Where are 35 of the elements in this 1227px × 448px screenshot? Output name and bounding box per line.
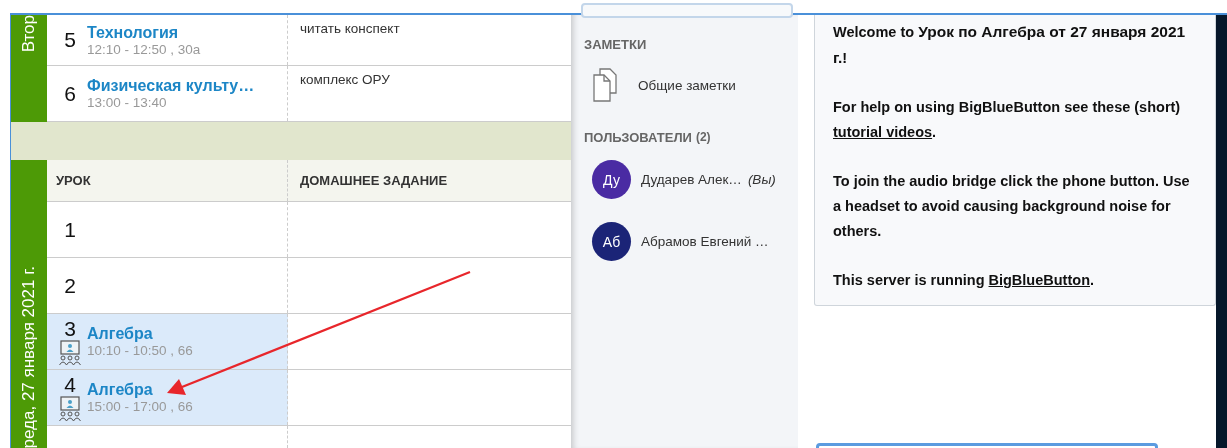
subject-link[interactable]: Технология [87, 23, 201, 42]
lesson-time: 13:00 - 13:40 [87, 95, 168, 110]
day-label: реда, 27 января 2021 г. [19, 265, 39, 448]
lesson-time: 15:00 - 17:00 , 66 [87, 399, 193, 414]
lesson-number: 5 [64, 29, 76, 51]
homework-text: читать конспект [300, 21, 400, 36]
message-paragraph: Welcome to Урок по Алгебра от 27 января 2021 г.! [833, 22, 1187, 68]
message-paragraph: This server is running BigBlueButton. [833, 271, 1096, 290]
notes-item[interactable]: Общие заметки [592, 68, 798, 102]
users-heading: ПОЛЬЗОВАТЕЛИ [584, 130, 692, 145]
user-name[interactable]: Дударев Алек… [641, 172, 742, 187]
lesson-number: 4 [64, 373, 76, 396]
day-label: Втор [19, 15, 39, 53]
documents-icon [592, 68, 618, 102]
user-avatar[interactable]: Аб [592, 222, 631, 261]
lesson-time: 12:10 - 12:50 , 30а [87, 41, 201, 57]
subject-link[interactable]: Физическая культу… [87, 77, 255, 95]
column-header: УРОК [47, 160, 288, 201]
user-avatar[interactable]: Ду [592, 160, 631, 199]
lesson-time: 10:10 - 10:50 , 66 [87, 343, 193, 358]
column-header: ДОМАШНЕЕ ЗАДАНИЕ [299, 172, 449, 190]
homework-text: комплекс ОРУ [300, 72, 390, 87]
message-link[interactable]: BigBlueButton [988, 272, 1090, 288]
classroom-icon[interactable] [58, 339, 82, 366]
you-label: (Вы) [747, 172, 776, 187]
message-paragraph: For help on using BigBlueButton see these (short) tutorial videos. [833, 98, 1182, 142]
notes-heading: ЗАМЕТКИ [584, 37, 648, 52]
users-count: (2) [695, 130, 711, 145]
lesson-number: 1 [64, 218, 76, 241]
lesson-number: 6 [64, 82, 76, 105]
user-name[interactable]: Абрамов Евгений … [641, 234, 769, 249]
classroom-icon[interactable] [58, 395, 82, 422]
lesson-number: 2 [64, 274, 76, 297]
message-paragraph: To join the audio bridge click the phone button. Use a headset to avoid causing background noise for others. [833, 172, 1191, 241]
lesson-number: 3 [64, 317, 76, 340]
